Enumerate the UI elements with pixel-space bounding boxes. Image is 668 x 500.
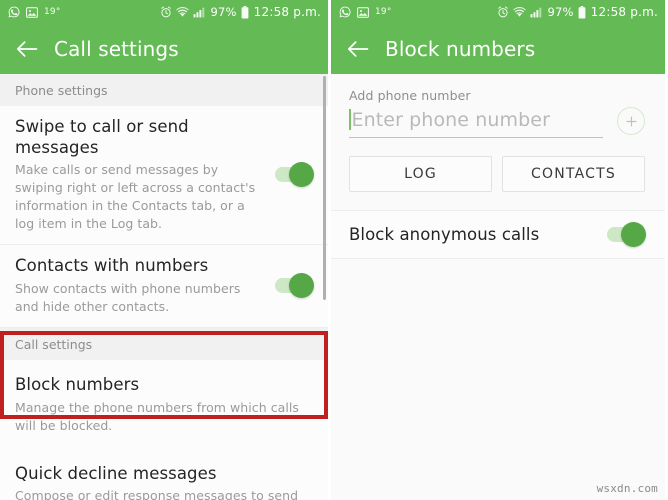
status-temperature: 19° bbox=[44, 7, 61, 17]
list-item-block-numbers[interactable]: Block numbers Manage the phone numbers f… bbox=[0, 360, 328, 451]
status-bar: 19° 97% 12:58 p.m. bbox=[331, 0, 665, 24]
toggle-knob bbox=[289, 273, 314, 299]
toggle-knob bbox=[621, 222, 646, 247]
left-screen-call-settings: 19° 97% 12:58 p.m. Call settings Phone s… bbox=[0, 0, 331, 500]
back-arrow-icon[interactable] bbox=[14, 36, 40, 62]
section-header-call-settings: Call settings bbox=[0, 328, 328, 361]
list-item-text: Swipe to call or send messages Make call… bbox=[15, 117, 275, 232]
back-arrow-icon[interactable] bbox=[345, 36, 371, 62]
add-phone-number-section: Add phone number Enter phone number bbox=[331, 74, 665, 139]
left-app-bar: Call settings bbox=[0, 24, 328, 74]
list-item-swipe-to-call[interactable]: Swipe to call or send messages Make call… bbox=[0, 106, 328, 246]
battery-percentage: 97% bbox=[210, 5, 237, 19]
add-phone-number-label: Add phone number bbox=[349, 88, 471, 103]
list-item-title: Quick decline messages bbox=[15, 463, 217, 483]
list-item-text: Block numbers Manage the phone numbers f… bbox=[15, 375, 313, 434]
watermark: wsxdn.com bbox=[596, 482, 658, 495]
signal-icon bbox=[530, 6, 543, 18]
page-title: Block numbers bbox=[385, 37, 536, 61]
screenshot-icon bbox=[26, 6, 38, 18]
list-item-title: Contacts with numbers bbox=[15, 256, 209, 276]
log-button[interactable]: LOG bbox=[349, 156, 492, 192]
list-item-title: Block numbers bbox=[15, 375, 140, 395]
list-item-block-anonymous-calls[interactable]: Block anonymous calls bbox=[331, 210, 665, 259]
plus-icon bbox=[625, 115, 637, 127]
contacts-button[interactable]: CONTACTS bbox=[502, 156, 645, 192]
battery-icon bbox=[241, 5, 249, 19]
toggle-swipe-to-call[interactable] bbox=[275, 162, 314, 188]
scrollbar-thumb[interactable] bbox=[323, 76, 326, 300]
page-title: Call settings bbox=[54, 37, 179, 61]
dual-screenshot-container: 19° 97% 12:58 p.m. Call settings Phone s… bbox=[0, 0, 668, 500]
list-item-subtitle: Make calls or send messages by swiping r… bbox=[15, 162, 256, 231]
add-number-button[interactable] bbox=[617, 107, 645, 135]
battery-percentage: 97% bbox=[547, 5, 574, 19]
status-temperature: 19° bbox=[375, 7, 392, 17]
scrollbar-track[interactable] bbox=[323, 74, 326, 500]
toggle-block-anonymous-calls[interactable] bbox=[607, 222, 646, 247]
wifi-icon bbox=[176, 6, 190, 18]
right-app-bar: Block numbers bbox=[331, 24, 665, 74]
status-bar-left: 19° bbox=[8, 6, 61, 18]
status-time: 12:58 p.m. bbox=[590, 5, 658, 19]
call-settings-list: Phone settings Swipe to call or send mes… bbox=[0, 74, 328, 500]
phone-number-input[interactable]: Enter phone number bbox=[349, 108, 603, 138]
text-caret bbox=[349, 108, 351, 130]
status-time: 12:58 p.m. bbox=[253, 5, 321, 19]
list-item-quick-decline-messages[interactable]: Quick decline messages Compose or edit r… bbox=[0, 450, 328, 500]
add-phone-number-row: Enter phone number bbox=[349, 107, 645, 139]
toggle-contacts-with-numbers[interactable] bbox=[275, 273, 314, 299]
list-item-text: Quick decline messages Compose or edit r… bbox=[15, 464, 313, 500]
wifi-icon bbox=[513, 6, 527, 18]
status-bar: 19° 97% 12:58 p.m. bbox=[0, 0, 328, 24]
list-item-control bbox=[275, 273, 314, 299]
status-bar-right: 97% 12:58 p.m. bbox=[160, 5, 321, 19]
alarm-icon bbox=[497, 6, 509, 18]
whatsapp-icon bbox=[8, 6, 20, 18]
signal-icon bbox=[193, 6, 206, 18]
right-screen-block-numbers: 19° 97% 12:58 p.m. Block numbers Add pho… bbox=[331, 0, 665, 500]
list-item-subtitle: Manage the phone numbers from which call… bbox=[15, 400, 299, 433]
screenshot-icon bbox=[357, 6, 369, 18]
toggle-knob bbox=[289, 162, 314, 188]
status-bar-left: 19° bbox=[339, 6, 392, 18]
list-item-contacts-with-numbers[interactable]: Contacts with numbers Show contacts with… bbox=[0, 245, 328, 329]
list-item-title: Block anonymous calls bbox=[349, 225, 540, 244]
battery-icon bbox=[578, 5, 586, 19]
list-item-subtitle: Show contacts with phone numbers and hid… bbox=[15, 280, 241, 314]
section-header-phone-settings: Phone settings bbox=[0, 74, 328, 106]
list-item-title: Swipe to call or send messages bbox=[15, 117, 189, 157]
list-item-text: Contacts with numbers Show contacts with… bbox=[15, 256, 275, 315]
status-bar-right: 97% 12:58 p.m. bbox=[497, 5, 658, 19]
alarm-icon bbox=[160, 6, 172, 18]
phone-number-placeholder: Enter phone number bbox=[351, 108, 550, 131]
block-numbers-content: Add phone number Enter phone number LOG … bbox=[331, 74, 665, 500]
source-buttons-row: LOG CONTACTS bbox=[331, 139, 665, 192]
whatsapp-icon bbox=[339, 6, 351, 18]
list-item-control bbox=[275, 162, 314, 188]
list-item-subtitle: Compose or edit response messages to sen… bbox=[15, 488, 299, 500]
